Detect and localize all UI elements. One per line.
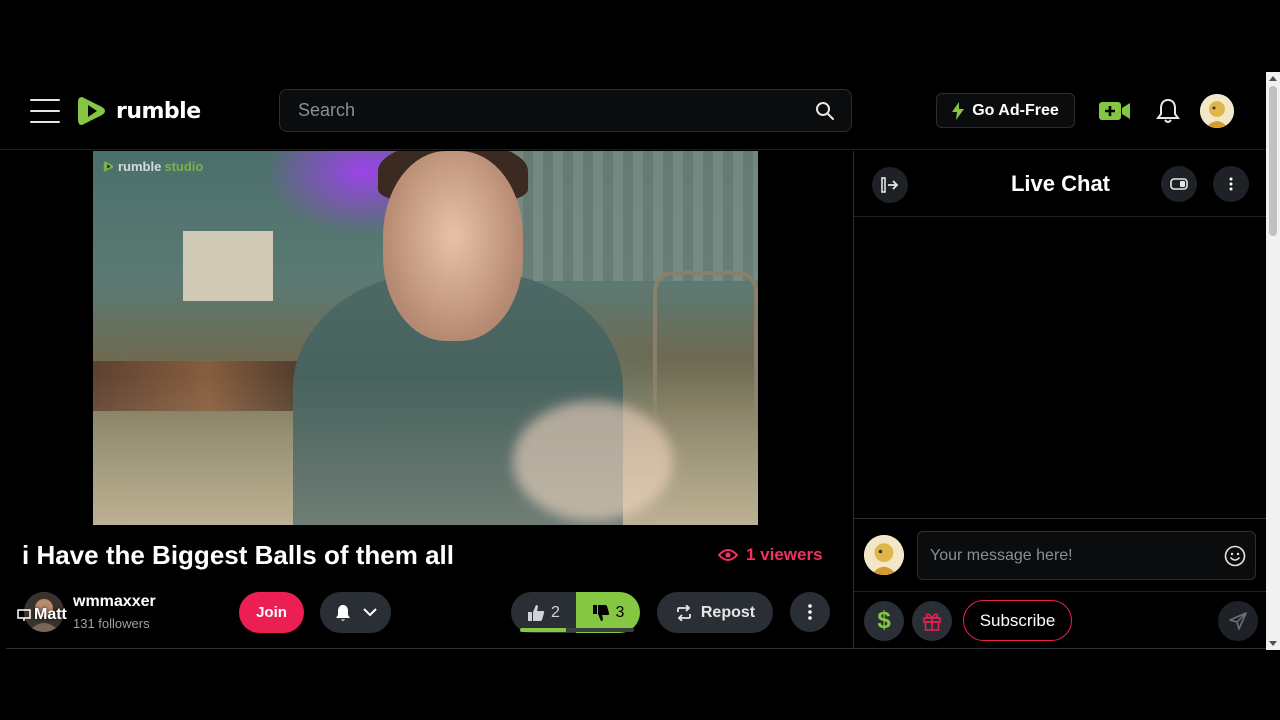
search-bar [279,89,852,132]
popout-icon [1170,178,1188,190]
video-watermark: rumble studio [103,159,203,174]
vote-ratio-fill [520,628,566,632]
gift-button[interactable] [912,601,952,641]
viewer-count-label: 1 viewers [746,545,823,564]
top-band [0,0,1266,72]
subscribe-button[interactable]: Subscribe [963,600,1072,641]
rant-button[interactable]: $ [864,601,904,641]
viewer-count: 1 viewers [718,545,823,565]
page-scrollbar[interactable] [1266,72,1280,650]
channel-avatar-overlay: Matt [17,606,67,624]
chat-popout-button[interactable] [1161,166,1197,202]
divider [6,648,853,649]
logo[interactable]: rumble [76,92,201,130]
search-icon[interactable] [805,91,845,131]
rumble-watermark-icon [103,161,114,172]
notification-toggle-button[interactable] [320,592,391,633]
scroll-down-arrow[interactable] [1269,641,1277,646]
more-vertical-icon [808,604,812,620]
channel-name[interactable]: wmmaxxer [73,593,156,611]
chat-input-row [854,518,1266,592]
vote-ratio-bar [520,628,634,632]
channel-followers: 131 followers [73,616,150,631]
upvote-count: 2 [551,603,560,621]
chat-message-input[interactable] [918,546,1215,565]
repost-icon [676,604,691,621]
live-chat-title: Live Chat [1010,171,1111,196]
go-ad-free-button[interactable]: Go Ad-Free [936,93,1075,128]
send-button[interactable] [1218,601,1258,641]
more-vertical-icon [1229,177,1233,191]
search-input[interactable] [280,100,805,121]
watermark-brand: rumble [118,159,162,174]
logo-text: rumble [116,98,201,124]
repost-label: Repost [700,603,756,621]
chat-user-avatar [864,535,904,575]
rumble-logo-icon [78,97,105,125]
channel-avatar-text: Matt [34,606,67,623]
scroll-up-arrow[interactable] [1269,76,1277,81]
vote-ratio-remainder [565,628,634,632]
menu-icon[interactable] [30,99,60,123]
scrollbar-thumb[interactable] [1269,86,1277,236]
upvote-button[interactable]: 2 [511,592,576,633]
chevron-down-icon [362,608,377,617]
chat-message-field [917,531,1256,580]
stream-title: i Have the Biggest Balls of them all [22,540,454,570]
bell-filled-icon [335,604,350,621]
thumbs-down-icon [592,604,609,621]
vote-buttons: 2 3 [511,592,640,633]
eye-icon [718,549,738,561]
bell-icon[interactable] [1153,96,1183,126]
downvote-count: 3 [615,603,625,621]
header: rumble Go Ad-Free [0,72,1266,150]
lightning-icon [952,101,965,120]
emoji-icon[interactable] [1215,545,1255,567]
go-ad-free-label: Go Ad-Free [972,101,1059,119]
more-options-button[interactable] [790,592,830,632]
go-live-icon[interactable] [1097,96,1133,126]
repost-button[interactable]: Repost [657,592,773,633]
join-button[interactable]: Join [239,592,304,633]
downvote-button[interactable]: 3 [576,592,640,633]
monitor-icon [17,608,31,621]
user-avatar[interactable] [1200,94,1234,128]
live-chat-header: Live Chat [854,151,1266,217]
gift-icon [923,613,941,631]
chat-actions: $ Subscribe [854,592,1266,649]
thumbs-up-icon [528,604,545,621]
send-icon [1229,612,1247,630]
watermark-suffix: studio [164,159,204,174]
live-chat-panel: Live Chat $ Subscribe [853,151,1266,649]
video-player[interactable]: rumble studio [93,151,758,525]
chat-more-button[interactable] [1213,166,1249,202]
